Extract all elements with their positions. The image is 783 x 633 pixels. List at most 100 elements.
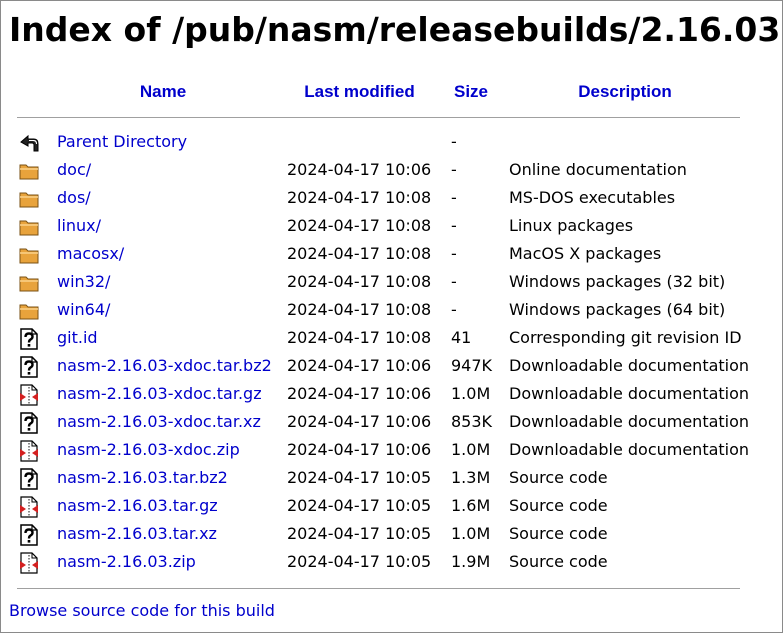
file-link[interactable]: win32/ — [57, 268, 110, 296]
table-row: nasm-2.16.03.tar.xz 2024-04-17 10:05 1.0M S… — [0, 520, 783, 548]
size-cell: - — [451, 216, 457, 235]
size-cell: 1.9M — [451, 552, 491, 571]
table-row: macosx/2024-04-17 10:08- MacOS X packages — [0, 240, 783, 268]
file-link[interactable]: linux/ — [57, 212, 101, 240]
description-cell: Corresponding git revision ID — [509, 328, 742, 347]
table-row: nasm-2.16.03-xdoc.tar.xz 2024-04-17 10:06… — [0, 408, 783, 436]
table-row: linux/2024-04-17 10:08- Linux packages — [0, 212, 783, 240]
last-modified-cell: 2024-04-17 10:08 — [287, 188, 432, 207]
folder-icon[interactable] — [18, 244, 40, 266]
compressed-file-icon[interactable] — [18, 384, 40, 406]
folder-icon[interactable] — [18, 272, 40, 294]
unknown-file-icon[interactable] — [18, 524, 40, 546]
file-link[interactable]: nasm-2.16.03.tar.gz — [57, 492, 218, 520]
size-cell: 853K — [451, 412, 493, 431]
table-row: nasm-2.16.03.tar.gz 2024-04-17 10:05 1.6M S… — [0, 492, 783, 520]
folder-icon[interactable] — [18, 300, 40, 322]
footer-divider — [17, 588, 740, 589]
file-link[interactable]: nasm-2.16.03.zip — [57, 548, 196, 576]
last-modified-cell: 2024-04-17 10:08 — [287, 328, 432, 347]
table-row: git.id 2024-04-17 10:08 41 Corresponding gi… — [0, 324, 783, 352]
size-cell: - — [451, 188, 457, 207]
folder-icon[interactable] — [18, 188, 40, 210]
size-cell: - — [451, 132, 457, 151]
browse-source-link[interactable]: Browse source code for this build — [9, 599, 275, 623]
page-title: Index of /pub/nasm/releasebuilds/2.16.03 — [9, 10, 781, 49]
folder-icon[interactable] — [18, 216, 40, 238]
description-cell: Source code — [509, 552, 608, 571]
table-row: Parent Directory - — [0, 128, 783, 156]
last-modified-cell: 2024-04-17 10:05 — [287, 524, 432, 543]
file-link[interactable]: Parent Directory — [57, 128, 187, 156]
size-cell: - — [451, 300, 457, 319]
last-modified-cell: 2024-04-17 10:06 — [287, 356, 432, 375]
file-link[interactable]: nasm-2.16.03-xdoc.tar.xz — [57, 408, 261, 436]
column-header-name[interactable]: Name — [123, 81, 203, 103]
compressed-file-icon[interactable] — [18, 440, 40, 462]
description-cell: Downloadable documentation — [509, 356, 750, 375]
description-cell: Downloadable documentation — [509, 440, 750, 459]
back-arrow-icon[interactable] — [18, 132, 40, 154]
compressed-file-icon[interactable] — [18, 496, 40, 518]
last-modified-cell: 2024-04-17 10:05 — [287, 468, 432, 487]
file-link[interactable]: nasm-2.16.03.tar.bz2 — [57, 464, 228, 492]
header-divider — [17, 117, 740, 118]
table-row: doc/2024-04-17 10:06- Online documentatio… — [0, 156, 783, 184]
size-cell: 947K — [451, 356, 493, 375]
file-link[interactable]: nasm-2.16.03-xdoc.tar.bz2 — [57, 352, 272, 380]
file-link[interactable]: nasm-2.16.03.tar.xz — [57, 520, 217, 548]
description-cell: MacOS X packages — [509, 244, 662, 263]
size-cell: 1.0M — [451, 440, 491, 459]
description-cell: Windows packages (32 bit) — [509, 272, 726, 291]
last-modified-cell: 2024-04-17 10:08 — [287, 300, 432, 319]
description-cell: Source code — [509, 496, 608, 515]
size-cell: 1.3M — [451, 468, 491, 487]
last-modified-cell: 2024-04-17 10:08 — [287, 272, 432, 291]
size-cell: - — [451, 272, 457, 291]
last-modified-cell: 2024-04-17 10:05 — [287, 496, 432, 515]
column-header-last-modified[interactable]: Last modified — [296, 81, 423, 103]
size-cell: - — [451, 160, 457, 179]
size-cell: 1.0M — [451, 384, 491, 403]
table-row: win32/2024-04-17 10:08- Windows packages … — [0, 268, 783, 296]
last-modified-cell: 2024-04-17 10:08 — [287, 244, 432, 263]
unknown-file-icon[interactable] — [18, 328, 40, 350]
file-link[interactable]: doc/ — [57, 156, 91, 184]
file-link[interactable]: git.id — [57, 324, 98, 352]
size-cell: 1.6M — [451, 496, 491, 515]
table-row: nasm-2.16.03.tar.bz2 2024-04-17 10:05 1.3M… — [0, 464, 783, 492]
size-cell: 41 — [451, 328, 472, 347]
last-modified-cell: 2024-04-17 10:06 — [287, 160, 432, 179]
table-row: nasm-2.16.03-xdoc.zip 2024-04-17 10:06 1.0… — [0, 436, 783, 464]
table-row: nasm-2.16.03-xdoc.tar.bz2 2024-04-17 10:0… — [0, 352, 783, 380]
description-cell: Online documentation — [509, 160, 687, 179]
description-cell: Windows packages (64 bit) — [509, 300, 726, 319]
last-modified-cell: 2024-04-17 10:06 — [287, 384, 432, 403]
description-cell: Source code — [509, 524, 608, 543]
description-cell: Downloadable documentation — [509, 412, 750, 431]
file-link[interactable]: nasm-2.16.03-xdoc.zip — [57, 436, 240, 464]
column-header-size[interactable]: Size — [446, 81, 496, 103]
unknown-file-icon[interactable] — [18, 412, 40, 434]
folder-icon[interactable] — [18, 160, 40, 182]
column-header-description[interactable]: Description — [565, 81, 685, 103]
file-link[interactable]: nasm-2.16.03-xdoc.tar.gz — [57, 380, 262, 408]
table-row: nasm-2.16.03-xdoc.tar.gz 2024-04-17 10:06… — [0, 380, 783, 408]
last-modified-cell: 2024-04-17 10:08 — [287, 216, 432, 235]
size-cell: - — [451, 244, 457, 263]
last-modified-cell: 2024-04-17 10:05 — [287, 552, 432, 571]
description-cell: Source code — [509, 468, 608, 487]
compressed-file-icon[interactable] — [18, 552, 40, 574]
description-cell: MS-DOS executables — [509, 188, 676, 207]
file-link[interactable]: win64/ — [57, 296, 110, 324]
file-link[interactable]: dos/ — [57, 184, 91, 212]
unknown-file-icon[interactable] — [18, 356, 40, 378]
description-cell: Downloadable documentation — [509, 384, 750, 403]
last-modified-cell: 2024-04-17 10:06 — [287, 440, 432, 459]
table-row: nasm-2.16.03.zip 2024-04-17 10:05 1.9M Sour… — [0, 548, 783, 576]
file-link[interactable]: macosx/ — [57, 240, 124, 268]
unknown-file-icon[interactable] — [18, 468, 40, 490]
table-row: dos/2024-04-17 10:08- MS-DOS executables — [0, 184, 783, 212]
table-row: win64/2024-04-17 10:08- Windows packages … — [0, 296, 783, 324]
size-cell: 1.0M — [451, 524, 491, 543]
